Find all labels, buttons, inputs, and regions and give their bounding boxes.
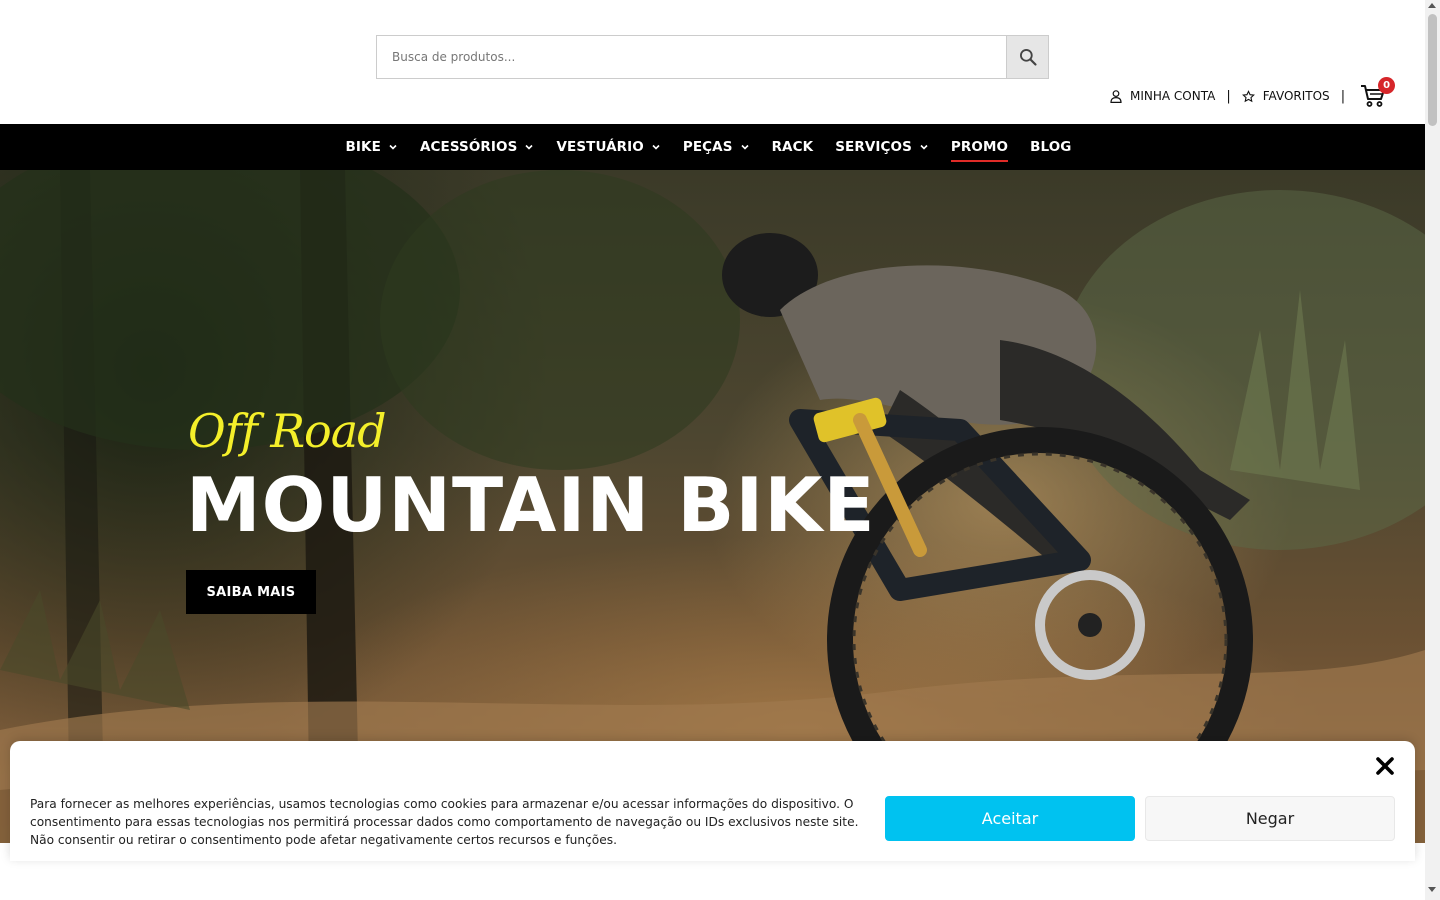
scroll-up-arrow-icon[interactable]	[1428, 3, 1436, 8]
favorites-link[interactable]: FAVORITOS	[1241, 89, 1330, 103]
nav-item-label: ACESSÓRIOS	[419, 139, 518, 155]
search-bar	[376, 35, 1049, 79]
separator: |	[1340, 88, 1346, 104]
deny-cookies-button[interactable]: Negar	[1145, 796, 1395, 841]
scroll-down-arrow-icon[interactable]	[1428, 887, 1436, 892]
learn-more-button[interactable]: SAIBA MAIS	[186, 570, 316, 614]
nav-item-servicos[interactable]: SERVIÇOS	[835, 124, 929, 170]
close-icon[interactable]	[1374, 755, 1396, 777]
cookie-banner: Para fornecer as melhores experiências, …	[10, 741, 1415, 861]
my-account-link[interactable]: MINHA CONTA	[1110, 89, 1215, 103]
nav-item-label: PEÇAS	[682, 139, 733, 155]
accept-cookies-button[interactable]: Aceitar	[885, 796, 1135, 841]
hero-title: MOUNTAIN BIKE	[186, 461, 876, 549]
search-icon	[1019, 49, 1037, 66]
scrollbar-thumb[interactable]	[1428, 14, 1437, 126]
hero-script-title: Off Road	[188, 404, 387, 458]
chevron-down-icon	[652, 144, 660, 150]
page-scrollbar[interactable]	[1425, 0, 1440, 900]
chevron-down-icon	[740, 144, 749, 150]
account-bar: MINHA CONTA | FAVORITOS | 0	[1110, 77, 1396, 108]
cart-button[interactable]: 0	[1360, 77, 1396, 108]
site-header: MINHA CONTA | FAVORITOS | 0	[0, 0, 1425, 124]
nav-item-bike[interactable]: BIKE	[346, 124, 398, 170]
my-account-label: MINHA CONTA	[1130, 89, 1216, 103]
main-nav: BIKE ACESSÓRIOS VESTUÁRIO PEÇAS RACK SER…	[0, 124, 1425, 170]
star-icon	[1241, 89, 1255, 102]
nav-item-rack[interactable]: RACK	[772, 124, 814, 170]
nav-item-label: BLOG	[1030, 139, 1072, 155]
nav-item-blog[interactable]: BLOG	[1030, 124, 1071, 170]
nav-item-promo[interactable]: PROMO	[950, 124, 1009, 170]
chevron-down-icon	[920, 144, 928, 150]
nav-item-acessorios[interactable]: ACESSÓRIOS	[420, 124, 535, 170]
nav-item-vestuario[interactable]: VESTUÁRIO	[556, 124, 660, 170]
nav-item-pecas[interactable]: PEÇAS	[683, 124, 750, 170]
nav-item-label: PROMO	[950, 139, 1009, 155]
chevron-down-icon	[389, 144, 397, 150]
separator: |	[1226, 88, 1231, 104]
nav-item-label: SERVIÇOS	[835, 139, 912, 155]
chevron-down-icon	[525, 144, 534, 150]
nav-item-label: BIKE	[345, 139, 381, 155]
search-button[interactable]	[1006, 36, 1048, 78]
search-input[interactable]	[377, 36, 1006, 78]
nav-item-label: RACK	[771, 139, 814, 155]
user-icon	[1110, 89, 1122, 103]
favorites-label: FAVORITOS	[1262, 89, 1330, 103]
nav-item-label: VESTUÁRIO	[556, 139, 644, 155]
cookie-message: Para fornecer as melhores experiências, …	[30, 797, 859, 847]
cart-count-badge: 0	[1378, 77, 1396, 94]
